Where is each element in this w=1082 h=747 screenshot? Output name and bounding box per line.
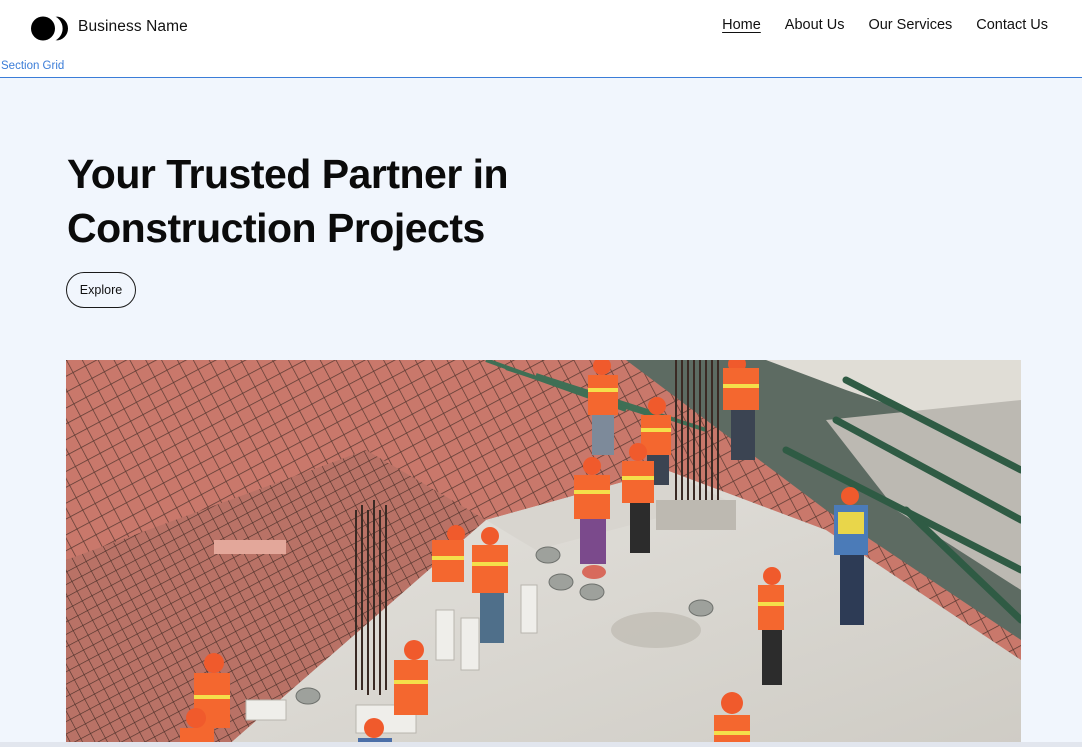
business-logo-icon[interactable] bbox=[31, 15, 69, 42]
hero-title: Your Trusted Partner in Construction Pro… bbox=[67, 147, 587, 255]
nav-item-home[interactable]: Home bbox=[722, 17, 761, 33]
business-name[interactable]: Business Name bbox=[78, 18, 188, 36]
page: Business Name Home About Us Our Services… bbox=[0, 0, 1082, 747]
section-grid-label[interactable]: Section Grid bbox=[1, 60, 64, 72]
hero-title-line-2: Construction Projects bbox=[67, 205, 485, 251]
nav-item-about-us[interactable]: About Us bbox=[785, 17, 845, 33]
site-header: Business Name Home About Us Our Services… bbox=[0, 0, 1082, 60]
main-nav: Home About Us Our Services Contact Us bbox=[722, 17, 1048, 33]
nav-item-contact-us[interactable]: Contact Us bbox=[976, 17, 1048, 33]
hero-title-line-1: Your Trusted Partner in bbox=[67, 151, 509, 197]
construction-site-illustration bbox=[66, 360, 1021, 747]
hero-section: Your Trusted Partner in Construction Pro… bbox=[0, 78, 1082, 747]
nav-item-our-services[interactable]: Our Services bbox=[868, 17, 952, 33]
bottom-edge bbox=[0, 742, 1082, 747]
hero-construction-image bbox=[66, 360, 1021, 747]
explore-button[interactable]: Explore bbox=[66, 272, 136, 308]
